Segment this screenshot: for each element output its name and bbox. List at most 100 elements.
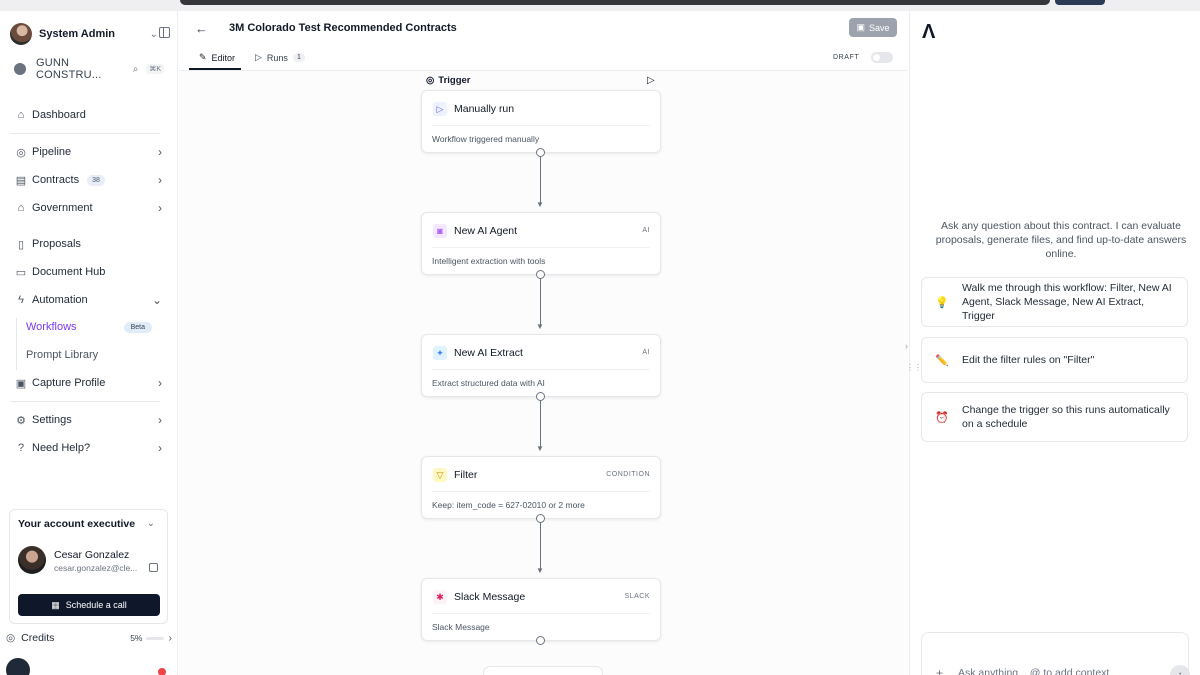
workflow-node-slack-message[interactable]: ✱ Slack Message SLACK Slack Message (421, 578, 661, 641)
chevron-down-icon: ⌄ (149, 28, 158, 40)
card-title: Your account executive (18, 518, 136, 530)
schedule-call-button[interactable]: ▦ Schedule a call (18, 594, 160, 616)
chevron-down-icon: ⌄ (151, 293, 162, 307)
chat-input-box[interactable]: + Ask anything... @ to add context ↑ (921, 632, 1190, 675)
chevron-right-icon: › (158, 145, 162, 159)
search-icon[interactable]: ⌕ (133, 64, 139, 75)
sidebar-toggle-icon[interactable] (159, 27, 170, 38)
divider (10, 401, 160, 402)
user-avatar (10, 23, 32, 45)
user-name: System Admin (39, 28, 116, 40)
save-button[interactable]: ▣ Save (849, 18, 897, 37)
edge-line (540, 401, 541, 447)
tab-label: Editor (211, 52, 236, 63)
edge-line (540, 157, 541, 203)
tab-editor[interactable]: ✎ Editor (199, 52, 235, 63)
sidebar-item-label: Proposals (32, 238, 81, 250)
tab-runs[interactable]: ▷ Runs 1 (255, 52, 305, 63)
chevron-right-icon[interactable]: › (905, 341, 908, 351)
chevron-right-icon: › (158, 201, 162, 215)
divider (10, 133, 160, 134)
sidebar-item-government[interactable]: ⌂ Government › (10, 198, 162, 218)
user-menu[interactable]: System Admin ⌄ (10, 23, 170, 45)
calendar-icon: ▦ (51, 599, 60, 610)
button-label: Save (869, 22, 890, 33)
sidebar-item-pipeline[interactable]: ◎ Pipeline › (10, 142, 162, 162)
document-icon: ▤ (15, 174, 27, 187)
sidebar-item-label: Prompt Library (26, 349, 99, 361)
node-output-port[interactable] (536, 636, 545, 645)
arrow-down-icon: ▼ (536, 566, 544, 575)
sidebar-item-label: Settings (32, 414, 72, 426)
save-icon: ▣ (856, 22, 865, 32)
gear-icon: ⚙ (16, 414, 26, 427)
avatar[interactable] (6, 658, 30, 675)
plus-icon[interactable]: + (936, 666, 943, 675)
suggestion-card[interactable]: ⏰ Change the trigger so this runs automa… (921, 392, 1188, 442)
chat-input[interactable]: Ask anything... @ to add context (958, 667, 1109, 675)
credits-label: Credits (21, 632, 55, 644)
sidebar-item-document-hub[interactable]: ▭ Document Hub (10, 262, 162, 282)
node-output-port[interactable] (536, 148, 545, 157)
sidebar-item-capture-profile[interactable]: ▣ Capture Profile › (10, 373, 162, 393)
sidebar-item-need-help[interactable]: ? Need Help? › (10, 438, 162, 458)
workflow-node-manual-run[interactable]: ▷ Manually run Workflow triggered manual… (421, 90, 661, 153)
arrow-down-icon: ▼ (536, 444, 544, 453)
node-title: New AI Extract (454, 347, 523, 359)
node-output-port[interactable] (536, 514, 545, 523)
copy-icon[interactable] (149, 563, 158, 572)
coins-icon: ◎ (6, 632, 16, 644)
browser-top-strip (0, 0, 1200, 11)
browser-chip (1055, 0, 1105, 5)
publish-toggle[interactable] (871, 52, 893, 63)
node-title: Slack Message (454, 591, 526, 603)
runs-count-badge: 1 (292, 53, 305, 62)
workflow-node-ai-agent[interactable]: ◙ New AI Agent AI Intelligent extraction… (421, 212, 661, 275)
play-icon: ▷ (433, 102, 447, 116)
suggestion-text: Edit the filter rules on "Filter" (962, 354, 1095, 366)
suggestion-card[interactable]: 💡 Walk me through this workflow: Filter,… (921, 277, 1188, 327)
node-title: Manually run (454, 103, 515, 115)
org-switcher[interactable]: GUNN CONSTRU... ⌕ ⌘K (14, 57, 164, 81)
edge-line (540, 279, 541, 325)
node-description: Workflow triggered manually (432, 134, 540, 144)
exec-name: Cesar Gonzalez (54, 549, 130, 561)
run-play-icon[interactable]: ▷ (647, 75, 655, 86)
node-title: Filter (454, 469, 478, 481)
target-icon: ◎ (16, 146, 26, 159)
lightning-icon: ϟ (18, 294, 24, 306)
workflow-node-filter[interactable]: ▽ Filter CONDITION Keep: item_code = 627… (421, 456, 661, 519)
node-description: Slack Message (432, 622, 490, 632)
org-name: GUNN CONSTRU... (36, 57, 102, 81)
sidebar-item-automation[interactable]: ϟ Automation ⌄ (10, 290, 162, 310)
editor-header: ← 3M Colorado Test Recommended Contracts… (179, 11, 908, 71)
suggestion-card[interactable]: ✏️ Edit the filter rules on "Filter" (921, 337, 1188, 383)
node-output-port[interactable] (536, 270, 545, 279)
assistant-panel: Λ › ⋮⋮ Ask any question about this contr… (905, 11, 1200, 675)
back-arrow-icon[interactable]: ← (195, 21, 208, 36)
node-description: Keep: item_code = 627-02010 or 2 more (432, 500, 585, 510)
browser-bar (180, 0, 1050, 5)
credits-bar (145, 636, 164, 640)
sidebar-item-workflows[interactable]: Workflows Beta (26, 318, 156, 336)
filter-icon: ▽ (433, 468, 447, 482)
sidebar-item-prompt-library[interactable]: Prompt Library (26, 346, 156, 364)
sidebar-item-contracts[interactable]: ▤ Contracts 38 › (10, 170, 162, 190)
chevron-down-icon[interactable]: ⌄ (147, 518, 155, 529)
chevron-right-icon: › (158, 376, 162, 390)
sidebar-item-label: Document Hub (32, 266, 106, 278)
lightbulb-icon: 💡 (935, 296, 949, 309)
sparkle-icon: ✦ (433, 346, 447, 360)
sidebar-item-proposals[interactable]: ▯ Proposals (10, 234, 162, 254)
workflow-node-ai-extract[interactable]: ✦ New AI Extract AI Extract structured d… (421, 334, 661, 397)
node-output-port[interactable] (536, 392, 545, 401)
notification-dot (158, 668, 166, 675)
canvas-toolbar[interactable] (483, 666, 603, 675)
resize-handle-icon[interactable]: ⋮⋮ (906, 363, 922, 372)
robot-icon: ◙ (433, 224, 447, 238)
credits-row[interactable]: ◎ Credits 5% › (6, 631, 172, 645)
sidebar-item-settings[interactable]: ⚙ Settings › (10, 410, 162, 430)
trigger-label: Trigger (438, 75, 471, 86)
sidebar-item-dashboard[interactable]: ⌂ Dashboard (10, 105, 162, 125)
send-button[interactable]: ↑ (1170, 665, 1190, 675)
